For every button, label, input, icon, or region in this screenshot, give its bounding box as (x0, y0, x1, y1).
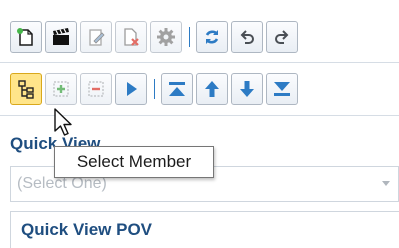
settings-button[interactable] (150, 21, 182, 53)
clapperboard-icon (53, 28, 69, 45)
toolbar-divider (0, 62, 399, 63)
new-document-icon (17, 28, 33, 46)
move-bottom-button[interactable] (266, 73, 298, 105)
quick-view-pov-panel: Quick View POV (10, 211, 399, 248)
delete-button[interactable] (115, 21, 147, 53)
mouse-pointer-icon (54, 108, 72, 136)
remove-member-button[interactable] (80, 73, 112, 105)
move-down-button[interactable] (231, 73, 263, 105)
gear-icon (157, 28, 175, 46)
move-top-icon (169, 82, 185, 96)
new-button[interactable] (10, 21, 42, 53)
move-up-button[interactable] (196, 73, 228, 105)
redo-button[interactable] (266, 21, 298, 53)
toolbar-separator (189, 27, 190, 47)
run-button[interactable] (115, 73, 147, 105)
member-tree-icon (18, 80, 34, 99)
undo-button[interactable] (231, 21, 263, 53)
redo-icon (275, 30, 289, 44)
edit-button[interactable] (80, 21, 112, 53)
refresh-button[interactable] (196, 21, 228, 53)
add-member-icon (53, 81, 69, 97)
toolbar-main (10, 19, 301, 55)
delete-document-icon (124, 28, 139, 46)
edit-document-icon (89, 29, 105, 46)
chevron-down-icon (382, 181, 390, 186)
move-top-button[interactable] (161, 73, 193, 105)
toolbar-separator (154, 79, 155, 99)
refresh-icon (205, 30, 219, 44)
quick-view-pov-title: Quick View POV (21, 220, 153, 239)
play-icon (127, 82, 137, 96)
move-up-icon (205, 81, 219, 97)
select-member-button[interactable] (10, 73, 42, 105)
tooltip: Select Member (54, 146, 214, 178)
move-down-icon (240, 81, 254, 97)
remove-member-icon (88, 81, 104, 97)
add-member-button[interactable] (45, 73, 77, 105)
toolbar-members (10, 71, 301, 107)
scene-button[interactable] (45, 21, 77, 53)
move-bottom-icon (274, 82, 290, 96)
undo-icon (240, 30, 254, 44)
